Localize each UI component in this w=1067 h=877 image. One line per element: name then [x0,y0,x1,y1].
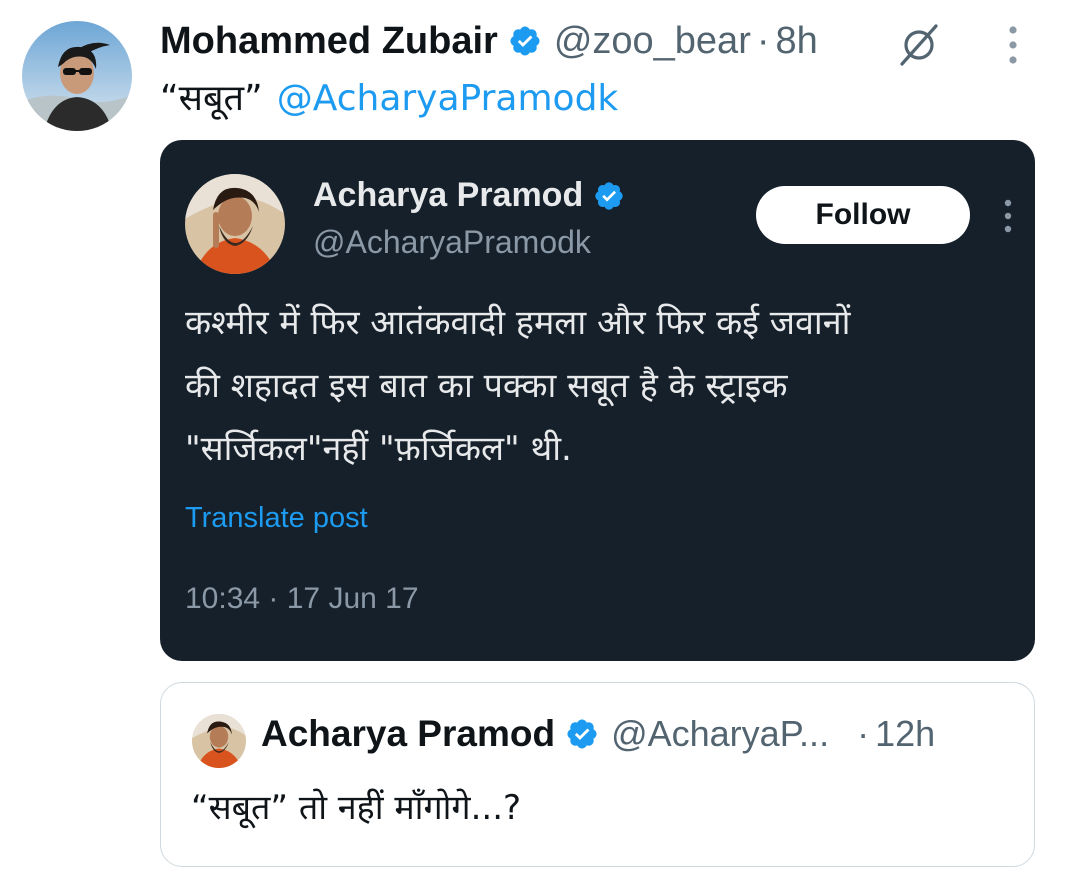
more-options-icon[interactable] [1000,24,1026,68]
embedded-text-line: "सर्जिकल"नहीं "फ़र्जिकल" थी. [185,429,572,469]
tweet-body: “सबूत” [160,78,263,119]
separator-dot: · [756,19,770,62]
tweet-time[interactable]: 8h [776,20,818,63]
author-avatar[interactable] [22,21,132,131]
quoted-author-name: Acharya Pramod [261,713,556,754]
translate-post-link: Translate post [185,502,368,534]
quoted-tweet-time: 12h [875,713,936,754]
quoted-tweet-text: “सबूत” तो नहीं माँगोगे...? [191,788,522,828]
embedded-text-line: कश्मीर में फिर आतंकवादी हमला और फिर कई ज… [185,303,851,343]
muted-conversation-icon[interactable] [896,22,942,68]
embedded-author-name: Acharya Pramod [313,176,584,214]
mention-link[interactable]: @AcharyaPramodk [277,78,619,119]
embedded-author-row: Acharya Pramod [313,176,625,215]
tweet: Mohammed Zubair @zoo_bear · 8h “सबूत” @Ac… [0,0,1067,877]
quoted-tweet-header: Acharya Pramod @AcharyaP... · 12h [261,713,935,755]
tweet-text: “सबूत” @AcharyaPramodk [160,72,618,121]
embedded-author-handle: @AcharyaPramodk [313,224,591,260]
follow-button: Follow [756,186,970,244]
verified-badge-icon [567,719,597,749]
embedded-tweet-text: कश्मीर में फिर आतंकवादी हमला और फिर कई ज… [185,292,1025,481]
verified-badge-icon [595,181,623,210]
more-options-icon [1004,199,1012,233]
quoted-author-handle: @AcharyaP... [611,713,830,754]
embedded-author-avatar [185,174,285,274]
quoted-tweet[interactable]: Acharya Pramod @AcharyaP... · 12h “सबूत”… [160,682,1035,867]
author-name[interactable]: Mohammed Zubair [160,20,498,63]
separator-dot: · [857,713,870,754]
quoted-author-avatar [192,714,246,768]
embedded-text-line: की शहादत इस बात का पक्का सबूत है के स्ट्… [185,366,788,406]
verified-badge-icon [510,26,540,56]
tweet-header: Mohammed Zubair @zoo_bear · 8h [160,14,818,68]
author-handle[interactable]: @zoo_bear [554,20,751,63]
embedded-timestamp: 10:34 · 17 Jun 17 [185,582,419,615]
attached-image[interactable]: Acharya Pramod @AcharyaPramodk Follow कश… [160,140,1035,661]
